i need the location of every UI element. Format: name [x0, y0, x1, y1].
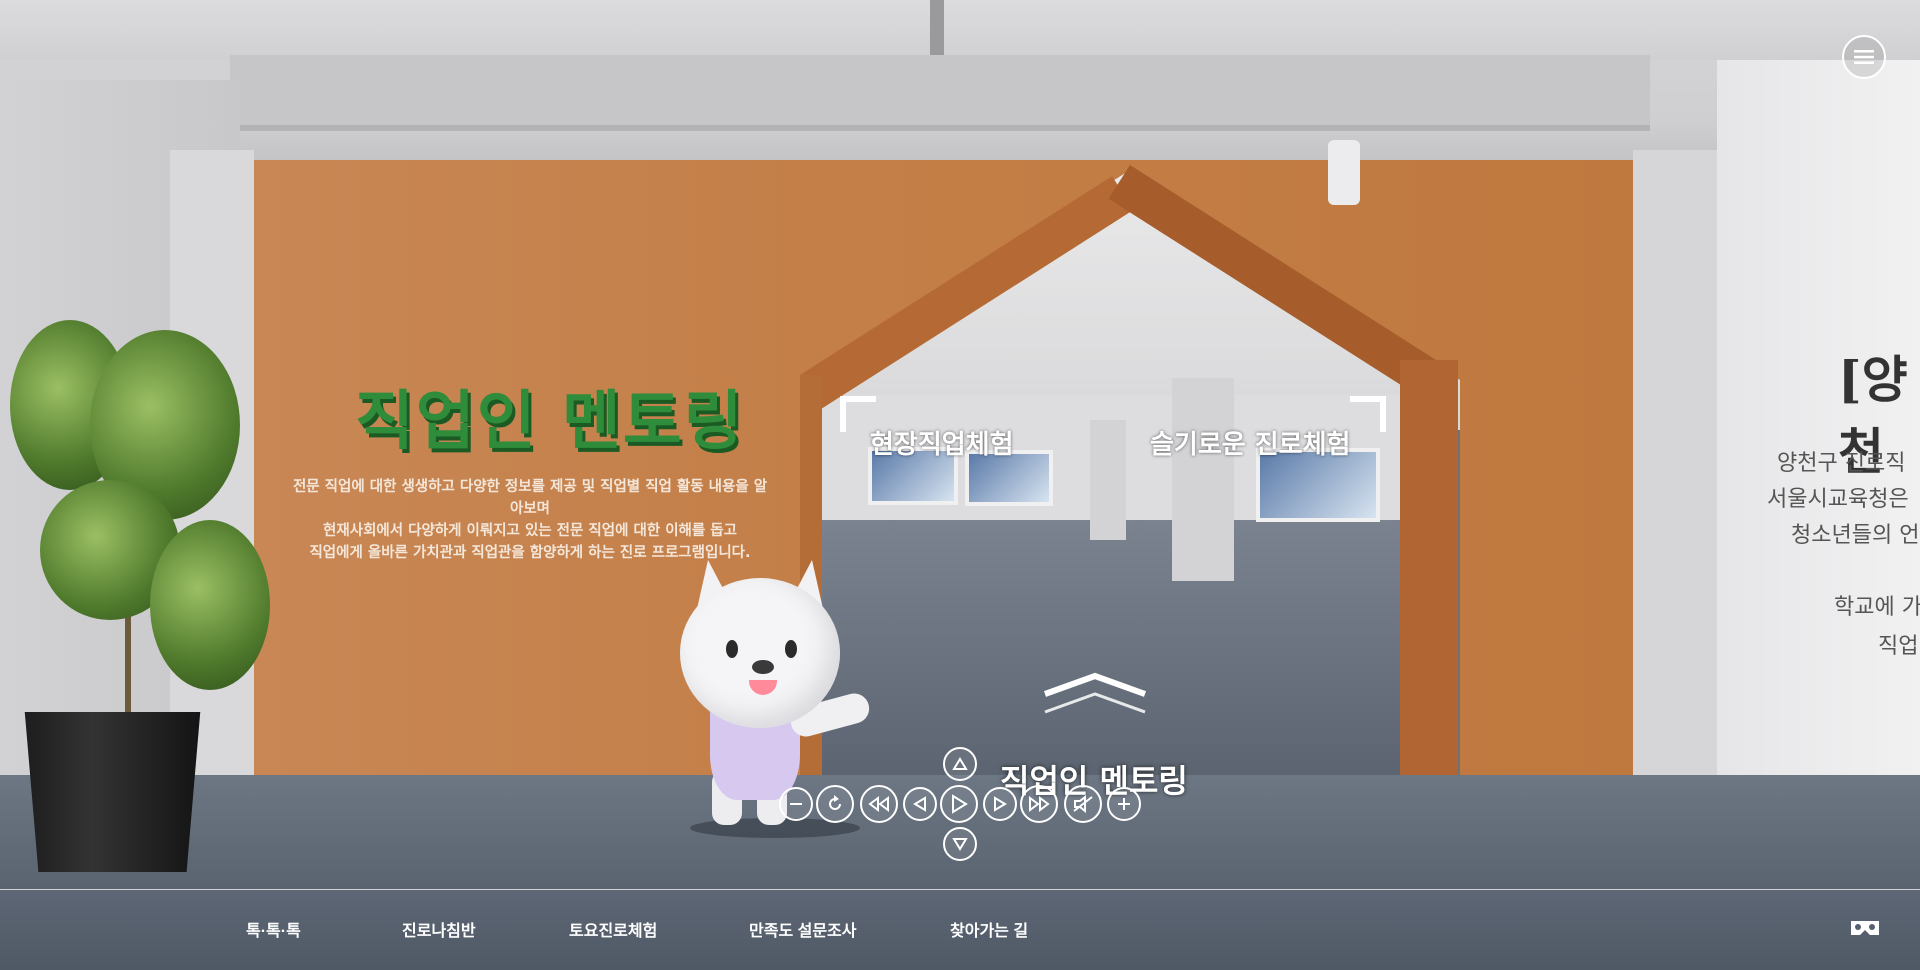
hotspot-smart-career[interactable]: 슬기로운 진로체험 — [1145, 396, 1386, 460]
move-forward-chevron-icon[interactable] — [1040, 672, 1150, 720]
plus-icon[interactable] — [1107, 787, 1141, 821]
mascot-eye — [726, 640, 738, 658]
right-arrow-icon[interactable] — [983, 787, 1017, 821]
rewind-icon[interactable] — [860, 785, 898, 823]
nav-item-career-compass[interactable]: 진로나침반 — [402, 917, 476, 941]
inner-floor — [815, 520, 1445, 775]
left-arrow-icon[interactable] — [903, 787, 937, 821]
right-wall-line: 직업 — [1878, 634, 1919, 659]
exhibit-title: 직업인 멘토링 — [355, 385, 745, 459]
ceiling-light-rod — [930, 0, 944, 58]
up-arrow-icon[interactable] — [943, 747, 977, 781]
nav-item-talk[interactable]: 톡·톡·톡 — [246, 917, 301, 941]
nav-item-survey[interactable]: 만족도 설문조사 — [749, 917, 857, 941]
minus-icon[interactable] — [779, 787, 813, 821]
plant-pot — [24, 712, 201, 872]
bracket-corner — [1350, 396, 1386, 432]
fast-forward-icon[interactable] — [1020, 785, 1058, 823]
right-wall-line: 청소년들의 언 — [1791, 523, 1920, 548]
right-wall-line: 학교에 가 — [1834, 595, 1920, 620]
hotspot-field-experience[interactable]: 현장직업체험 — [840, 396, 1020, 460]
play-icon[interactable] — [940, 785, 978, 823]
description-line: 전문 직업에 대한 생생하고 다양한 정보를 제공 및 직업별 직업 활동 내용… — [292, 479, 768, 517]
nav-item-directions[interactable]: 찾아가는 길 — [950, 917, 1028, 941]
right-pillar — [1633, 150, 1717, 780]
nav-item-saturday-experience[interactable]: 토요진로체험 — [569, 917, 657, 941]
right-wall-line: 서울시교육청은 — [1767, 487, 1909, 512]
mute-icon[interactable] — [1064, 785, 1102, 823]
down-arrow-icon[interactable] — [943, 827, 977, 861]
doorway-side — [1400, 360, 1458, 775]
vr-headset-icon[interactable] — [1849, 918, 1881, 940]
mascot-nose — [752, 660, 774, 674]
hotspot-label: 현장직업체험 — [870, 430, 1014, 460]
inner-column — [1090, 420, 1126, 540]
right-wall-line: 양천구 진로직 — [1777, 451, 1906, 476]
hamburger-icon — [1854, 50, 1874, 64]
spotlight — [1328, 140, 1360, 205]
mascot-head — [680, 578, 840, 728]
rotate-icon[interactable] — [816, 785, 854, 823]
ceiling-beam — [230, 55, 1650, 131]
mascot-eye — [785, 640, 797, 658]
ceiling — [0, 0, 1920, 60]
plant-foliage — [150, 520, 270, 690]
exhibit-description: 전문 직업에 대한 생생하고 다양한 정보를 제공 및 직업별 직업 활동 내용… — [290, 476, 770, 564]
description-line: 직업에게 올바른 가치관과 직업관을 함양하게 하는 진로 프로그램입니다. — [309, 545, 751, 561]
description-line: 현재사회에서 다양하게 이뤄지고 있는 전문 직업에 대한 이해를 돕고 — [323, 523, 737, 539]
hotspot-label: 슬기로운 진로체험 — [1150, 430, 1351, 460]
menu-button[interactable] — [1842, 35, 1886, 79]
bottom-nav-bar: 톡·톡·톡 진로나침반 토요진로체험 만족도 설문조사 찾아가는 길 — [0, 889, 1920, 970]
panorama-viewport[interactable]: 직업인 멘토링 전문 직업에 대한 생생하고 다양한 정보를 제공 및 직업별 … — [0, 0, 1920, 889]
